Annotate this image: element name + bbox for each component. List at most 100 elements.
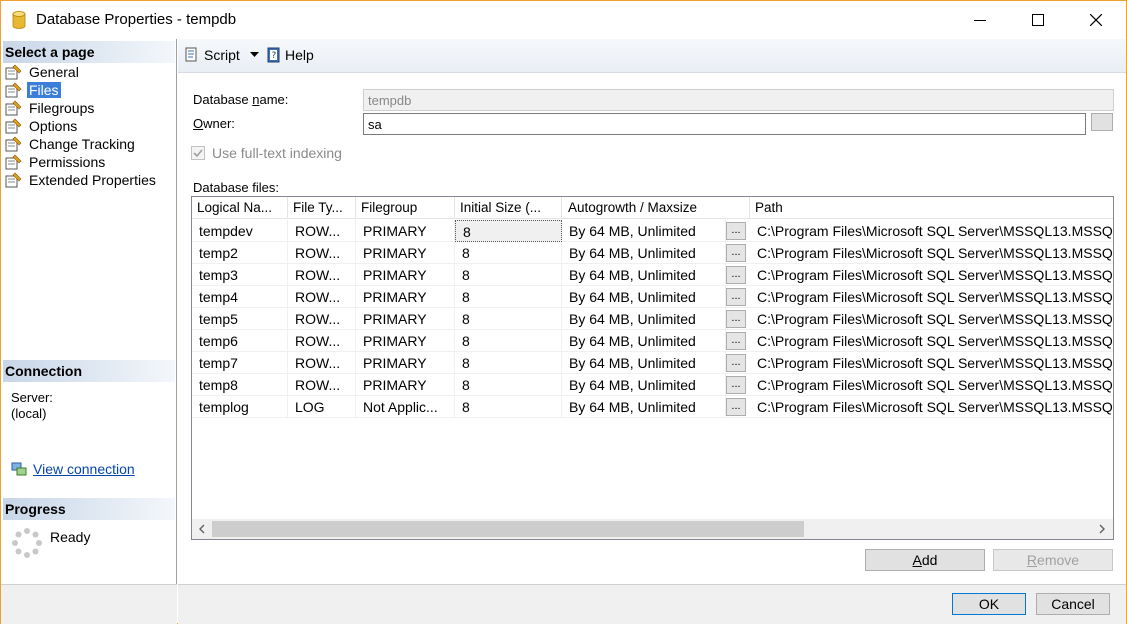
remove-button[interactable]: Remove	[993, 549, 1113, 571]
table-row[interactable]: temp4 ROW... PRIMARY 8 By 64 MB, Unlimited C:…	[192, 286, 1113, 308]
cell-path[interactable]: C:\Program Files\Microsoft SQL Server\MS…	[750, 264, 1113, 286]
view-connection-link[interactable]: View connection	[33, 461, 135, 477]
cell-logical-name[interactable]: temp6	[192, 330, 288, 352]
cell-filegroup[interactable]: PRIMARY	[356, 264, 455, 286]
table-row[interactable]: templog LOG Not Applic... 8 By 64 MB, Unlimi…	[192, 396, 1113, 418]
cell-autogrowth[interactable]: By 64 MB, Unlimited	[562, 242, 726, 264]
cell-path[interactable]: C:\Program Files\Microsoft SQL Server\MS…	[750, 308, 1113, 330]
cell-autogrowth[interactable]: By 64 MB, Unlimited	[562, 264, 726, 286]
page-item-change-tracking[interactable]: Change Tracking	[5, 135, 137, 153]
cell-autogrowth[interactable]: By 64 MB, Unlimited	[562, 308, 726, 330]
database-name-field[interactable]	[363, 89, 1114, 111]
cell-initial-size[interactable]: 8	[455, 374, 562, 396]
autogrowth-edit-button[interactable]: ...	[726, 398, 746, 416]
cell-file-type[interactable]: ROW...	[288, 352, 356, 374]
cell-initial-size[interactable]: 8	[455, 352, 562, 374]
cell-path[interactable]: C:\Program Files\Microsoft SQL Server\MS…	[750, 286, 1113, 308]
add-button[interactable]: Add	[865, 549, 985, 571]
minimize-button[interactable]	[951, 1, 1009, 39]
script-button[interactable]: Script	[184, 47, 259, 63]
fulltext-indexing-checkbox-row[interactable]: Use full-text indexing	[191, 145, 342, 161]
column-header-autogrowth[interactable]: Autogrowth / Maxsize	[562, 197, 750, 219]
autogrowth-edit-button[interactable]: ...	[726, 244, 746, 262]
autogrowth-edit-button[interactable]: ...	[726, 332, 746, 350]
table-row[interactable]: temp6 ROW... PRIMARY 8 By 64 MB, Unlimited C:…	[192, 330, 1113, 352]
cell-file-type[interactable]: ROW...	[288, 374, 356, 396]
chevron-down-icon[interactable]	[249, 52, 259, 58]
owner-browse-button[interactable]	[1091, 113, 1113, 131]
cell-autogrowth[interactable]: By 64 MB, Unlimited	[562, 330, 726, 352]
cell-logical-name[interactable]: temp4	[192, 286, 288, 308]
database-files-grid[interactable]: Logical Na... File Ty... Filegroup Initi…	[191, 196, 1114, 540]
ok-button[interactable]: OK	[952, 593, 1026, 615]
scrollbar-thumb[interactable]	[212, 521, 804, 537]
cell-path[interactable]: C:\Program Files\Microsoft SQL Server\MS…	[750, 374, 1113, 396]
cell-autogrowth[interactable]: By 64 MB, Unlimited	[562, 352, 726, 374]
page-item-general[interactable]: General	[5, 63, 81, 81]
table-row[interactable]: temp2 ROW... PRIMARY 8 By 64 MB, Unlimited C:…	[192, 242, 1113, 264]
cell-path[interactable]: C:\Program Files\Microsoft SQL Server\MS…	[750, 352, 1113, 374]
column-header-file-type[interactable]: File Ty...	[288, 197, 356, 219]
cell-logical-name[interactable]: temp3	[192, 264, 288, 286]
cell-file-type[interactable]: ROW...	[288, 242, 356, 264]
page-item-extended-properties[interactable]: Extended Properties	[5, 171, 158, 189]
maximize-button[interactable]	[1009, 1, 1067, 39]
autogrowth-edit-button[interactable]: ...	[726, 310, 746, 328]
cancel-button[interactable]: Cancel	[1036, 593, 1110, 615]
autogrowth-edit-button[interactable]: ...	[726, 222, 746, 240]
scroll-left-icon[interactable]	[195, 522, 209, 536]
cell-initial-size[interactable]: 8	[455, 330, 562, 352]
table-row[interactable]: temp5 ROW... PRIMARY 8 By 64 MB, Unlimited C:…	[192, 308, 1113, 330]
cell-filegroup[interactable]: PRIMARY	[356, 308, 455, 330]
cell-initial-size[interactable]: 8	[455, 242, 562, 264]
cell-path[interactable]: C:\Program Files\Microsoft SQL Server\MS…	[750, 330, 1113, 352]
cell-logical-name[interactable]: temp8	[192, 374, 288, 396]
cell-logical-name[interactable]: temp2	[192, 242, 288, 264]
cell-initial-size[interactable]: 8	[455, 396, 562, 418]
cell-logical-name[interactable]: templog	[192, 396, 288, 418]
table-row[interactable]: temp3 ROW... PRIMARY 8 By 64 MB, Unlimited C:…	[192, 264, 1113, 286]
autogrowth-edit-button[interactable]: ...	[726, 376, 746, 394]
close-button[interactable]	[1067, 1, 1125, 39]
owner-field[interactable]	[363, 113, 1086, 135]
table-row[interactable]: temp8 ROW... PRIMARY 8 By 64 MB, Unlimited C:…	[192, 374, 1113, 396]
column-header-logical-name[interactable]: Logical Na...	[192, 197, 288, 219]
page-item-filegroups[interactable]: Filegroups	[5, 99, 96, 117]
cell-filegroup[interactable]: PRIMARY	[356, 374, 455, 396]
cell-autogrowth[interactable]: By 64 MB, Unlimited	[562, 396, 726, 418]
cell-logical-name[interactable]: temp7	[192, 352, 288, 374]
autogrowth-edit-button[interactable]: ...	[726, 288, 746, 306]
cell-filegroup[interactable]: PRIMARY	[356, 330, 455, 352]
cell-initial-size[interactable]: 8	[455, 308, 562, 330]
cell-file-type[interactable]: ROW...	[288, 330, 356, 352]
fulltext-indexing-checkbox[interactable]	[191, 146, 205, 160]
horizontal-scrollbar[interactable]	[192, 519, 1113, 539]
cell-logical-name[interactable]: tempdev	[192, 220, 288, 242]
help-button[interactable]: ? Help	[266, 47, 314, 63]
cell-autogrowth[interactable]: By 64 MB, Unlimited	[562, 220, 726, 242]
page-item-permissions[interactable]: Permissions	[5, 153, 107, 171]
cell-autogrowth[interactable]: By 64 MB, Unlimited	[562, 286, 726, 308]
cell-file-type[interactable]: ROW...	[288, 264, 356, 286]
cell-file-type[interactable]: ROW...	[288, 220, 356, 242]
view-connection-link-row[interactable]: View connection	[11, 461, 135, 477]
cell-path[interactable]: C:\Program Files\Microsoft SQL Server\MS…	[750, 242, 1113, 264]
cell-initial-size[interactable]: 8	[455, 264, 562, 286]
table-row[interactable]: tempdev ROW... PRIMARY 8 By 64 MB, Unlimited…	[192, 220, 1113, 242]
column-header-filegroup[interactable]: Filegroup	[356, 197, 455, 219]
cell-file-type[interactable]: ROW...	[288, 286, 356, 308]
scroll-right-icon[interactable]	[1095, 522, 1109, 536]
cell-path[interactable]: C:\Program Files\Microsoft SQL Server\MS…	[750, 396, 1113, 418]
autogrowth-edit-button[interactable]: ...	[726, 266, 746, 284]
autogrowth-edit-button[interactable]: ...	[726, 354, 746, 372]
cell-logical-name[interactable]: temp5	[192, 308, 288, 330]
cell-initial-size[interactable]: 8	[455, 286, 562, 308]
cell-initial-size[interactable]: 8	[455, 220, 562, 242]
cell-file-type[interactable]: ROW...	[288, 308, 356, 330]
page-item-options[interactable]: Options	[5, 117, 79, 135]
column-header-initial-size[interactable]: Initial Size (...	[455, 197, 562, 219]
cell-autogrowth[interactable]: By 64 MB, Unlimited	[562, 374, 726, 396]
cell-filegroup[interactable]: PRIMARY	[356, 220, 455, 242]
table-row[interactable]: temp7 ROW... PRIMARY 8 By 64 MB, Unlimited C:…	[192, 352, 1113, 374]
cell-path[interactable]: C:\Program Files\Microsoft SQL Server\MS…	[750, 220, 1113, 242]
